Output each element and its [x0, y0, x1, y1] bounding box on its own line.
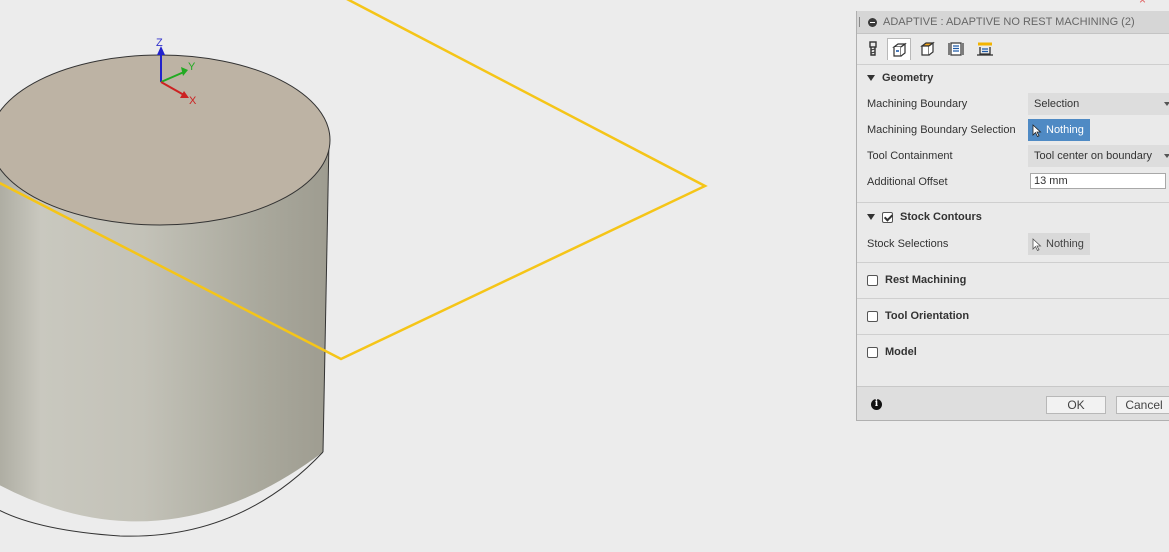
model-group-header[interactable]: Model: [867, 344, 917, 360]
dropdown-arrow-icon: [1164, 154, 1169, 158]
geometry-icon: [892, 42, 907, 57]
close-icon[interactable]: ×: [1139, 0, 1146, 7]
ok-button[interactable]: OK: [1046, 396, 1106, 414]
machining-boundary-dropdown[interactable]: Selection: [1028, 93, 1169, 115]
cancel-button[interactable]: Cancel: [1116, 396, 1169, 414]
dialog-title: ADAPTIVE : ADAPTIVE NO REST MACHINING (2…: [883, 16, 1135, 28]
dropdown-arrow-icon: [1164, 102, 1169, 106]
tool-orientation-heading: Tool Orientation: [885, 310, 970, 322]
model-checkbox[interactable]: [867, 346, 878, 358]
section-divider: [857, 334, 1169, 335]
dialog-tabs: [857, 34, 1169, 65]
tab-tool[interactable]: [861, 38, 885, 60]
section-divider: [857, 298, 1169, 299]
tool-icon: [869, 41, 877, 56]
tab-linking[interactable]: [973, 38, 997, 60]
cursor-icon: [1032, 123, 1042, 137]
rest-machining-heading: Rest Machining: [885, 274, 967, 286]
stock-contours-checkbox[interactable]: [882, 211, 893, 223]
stock-selections-value: Nothing: [1046, 238, 1084, 250]
passes-icon: [948, 42, 964, 56]
axis-z-label: Z: [156, 37, 163, 49]
geometry-group-header[interactable]: Geometry: [867, 70, 933, 86]
chevron-down-icon: [867, 75, 875, 81]
machining-boundary-value: Selection: [1034, 98, 1080, 110]
linking-icon: [977, 42, 993, 56]
model-heading: Model: [885, 346, 917, 358]
tab-passes[interactable]: [944, 38, 968, 60]
tab-heights[interactable]: [915, 38, 939, 60]
rest-machining-group-header[interactable]: Rest Machining: [867, 272, 966, 288]
stock-selections-button[interactable]: Nothing: [1028, 233, 1090, 255]
dialog-footer: i OK Cancel: [857, 386, 1169, 420]
chevron-down-icon: [867, 214, 875, 220]
additional-offset-input[interactable]: 13 mm: [1030, 173, 1166, 189]
tool-containment-value: Tool center on boundary: [1034, 150, 1153, 162]
axis-y-label: Y: [188, 61, 196, 73]
adaptive-operation-dialog: ADAPTIVE : ADAPTIVE NO REST MACHINING (2…: [856, 11, 1169, 421]
section-divider: [857, 262, 1169, 263]
heights-icon: [920, 41, 935, 56]
stock-selections-label: Stock Selections: [867, 238, 949, 250]
boundary-selection-value: Nothing: [1046, 124, 1084, 136]
stock-contours-heading: Stock Contours: [900, 211, 982, 223]
additional-offset-label: Additional Offset: [867, 176, 948, 188]
collapse-icon[interactable]: [868, 17, 877, 27]
machining-boundary-label: Machining Boundary: [867, 98, 968, 110]
rest-machining-checkbox[interactable]: [867, 274, 878, 286]
boundary-selection-label: Machining Boundary Selection: [867, 124, 1016, 136]
geometry-heading: Geometry: [882, 72, 934, 84]
info-icon[interactable]: i: [871, 399, 882, 410]
section-divider: [857, 202, 1169, 203]
tool-containment-dropdown[interactable]: Tool center on boundary: [1028, 145, 1169, 167]
drag-handle-icon[interactable]: [859, 17, 862, 27]
tool-orientation-checkbox[interactable]: [867, 310, 878, 322]
dialog-titlebar[interactable]: ADAPTIVE : ADAPTIVE NO REST MACHINING (2…: [857, 11, 1169, 34]
cursor-icon: [1032, 237, 1042, 251]
tool-orientation-group-header[interactable]: Tool Orientation: [867, 308, 969, 324]
stock-contours-group-header[interactable]: Stock Contours: [867, 209, 982, 225]
boundary-selection-button[interactable]: Nothing: [1028, 119, 1090, 141]
tab-geometry[interactable]: [887, 38, 911, 60]
tool-containment-label: Tool Containment: [867, 150, 953, 162]
axis-x-label: X: [189, 95, 197, 107]
